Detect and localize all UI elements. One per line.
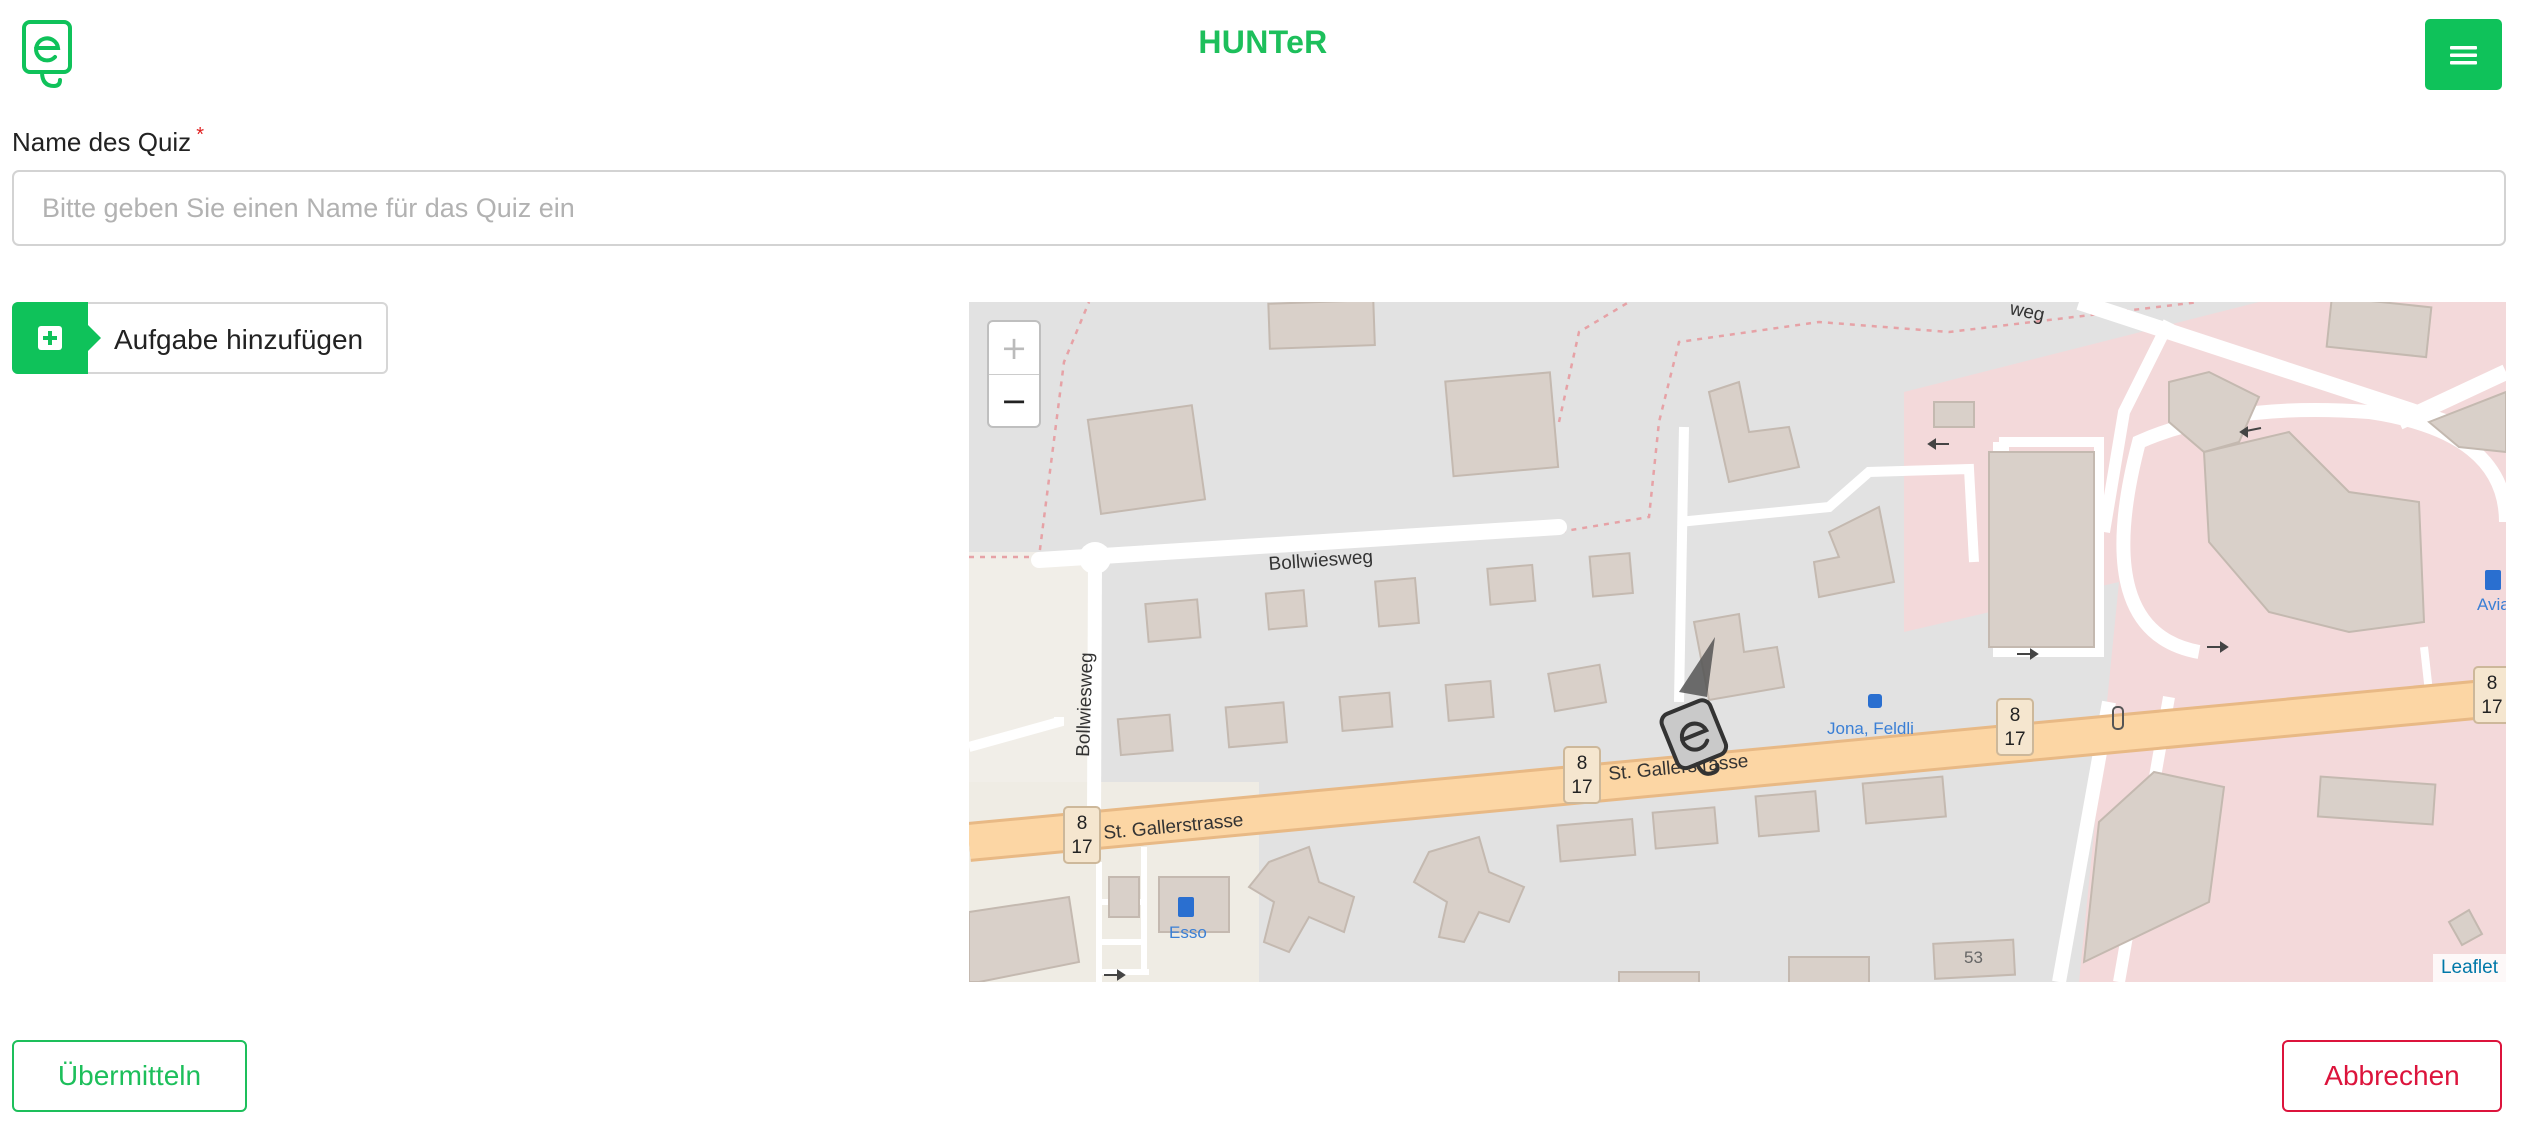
quiz-name-label: Name des Quiz * — [12, 124, 204, 158]
house-number: 53 — [1964, 948, 1983, 967]
submit-button[interactable]: Übermitteln — [12, 1040, 247, 1112]
route-shield-label: 17 — [2004, 729, 2025, 750]
route-shield-label: 17 — [1571, 777, 1592, 798]
menu-button[interactable] — [2425, 19, 2502, 90]
poi-label-bus-stop: Jona, Feldli — [1827, 719, 1914, 738]
poi-label-esso: Esso — [1169, 923, 1207, 942]
bus-stop-icon — [1868, 694, 1882, 708]
map-attribution-link[interactable]: Leaflet — [2432, 954, 2506, 982]
route-shield-label: 8 — [1077, 813, 1088, 834]
route-shield-label: 8 — [2010, 705, 2021, 726]
plus-square-icon — [38, 326, 62, 350]
zoom-in-button[interactable]: + — [989, 322, 1039, 375]
required-marker: * — [196, 124, 204, 146]
hamburger-menu-icon — [2450, 45, 2477, 64]
add-task-label: Aufgabe hinzufügen — [114, 324, 364, 355]
map-zoom-control: + − — [987, 320, 1041, 428]
fuel-station-icon — [2485, 570, 2501, 590]
quiz-name-input[interactable] — [12, 170, 2506, 246]
route-shield-label: 8 — [1577, 753, 1588, 774]
quiz-name-label-text: Name des Quiz — [12, 127, 192, 157]
map[interactable]: 8 17 8 17 8 17 8 17 Bollwiesweg Bollwies… — [969, 302, 2506, 982]
street-label-bollwiesweg-vertical: Bollwiesweg — [1073, 652, 1098, 757]
cancel-button[interactable]: Abbrechen — [2282, 1040, 2502, 1112]
route-shield-label: 8 — [2487, 673, 2498, 694]
zoom-out-button[interactable]: − — [989, 375, 1039, 426]
add-task-button[interactable]: Aufgabe hinzufügen — [12, 302, 388, 374]
add-task-icon-box — [12, 302, 101, 374]
route-shield-label: 17 — [1071, 837, 1092, 858]
route-shield-label: 17 — [2481, 697, 2502, 718]
poi-label-avia: Avia — [2477, 595, 2506, 614]
fuel-station-icon — [1178, 897, 1194, 917]
app-title: HUNTeR — [1198, 24, 1328, 60]
hunter-map-marker-icon[interactable] — [1649, 637, 1739, 787]
